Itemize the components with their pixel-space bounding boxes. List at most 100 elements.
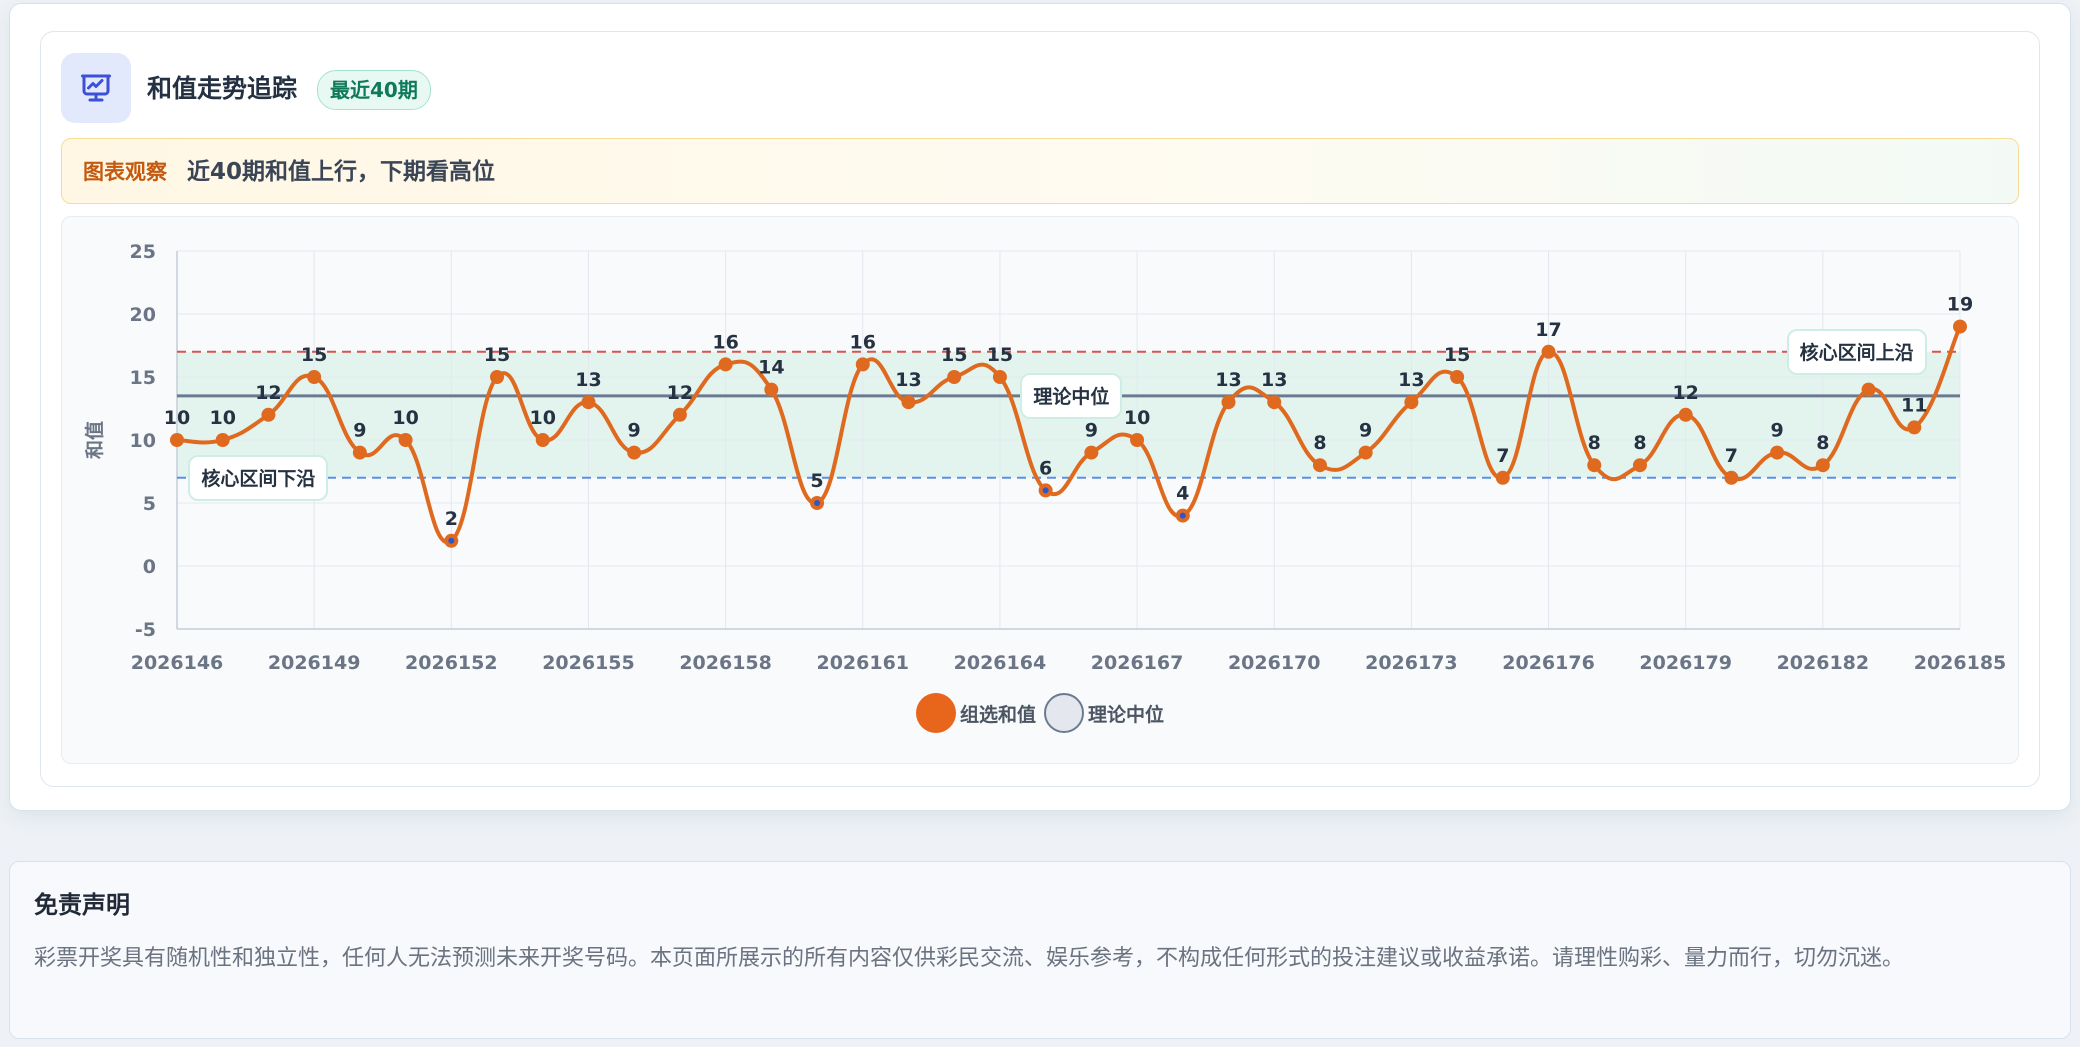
data-point bbox=[1815, 458, 1830, 473]
x-tick-label: 2026149 bbox=[268, 652, 361, 674]
data-label: 13 bbox=[1261, 369, 1287, 391]
data-label: 15 bbox=[941, 344, 967, 366]
chart-panel: -5 0 5 10 15 20 25 2026146 2026149 2026152 2026155… bbox=[61, 216, 2019, 764]
data-label: 2 bbox=[445, 508, 458, 530]
x-tick-label: 2026158 bbox=[679, 652, 772, 674]
data-label: 12 bbox=[255, 382, 281, 404]
data-label: 7 bbox=[1725, 445, 1738, 467]
y-tick-label: 15 bbox=[130, 367, 156, 389]
data-label: 8 bbox=[1588, 432, 1601, 454]
observation-text: 近40期和值上行，下期看高位 bbox=[187, 159, 496, 185]
data-label: 12 bbox=[1672, 382, 1698, 404]
legend-item-sum[interactable]: 组选和值 bbox=[915, 693, 1036, 733]
chart-legend: 组选和值 理论中位 bbox=[62, 691, 2018, 735]
data-label: 16 bbox=[850, 331, 876, 353]
period-badge: 最近40期 bbox=[317, 70, 431, 110]
x-tick-label: 2026176 bbox=[1502, 652, 1595, 674]
data-point bbox=[1587, 458, 1602, 473]
data-label: 6 bbox=[1039, 457, 1052, 479]
legend-item-median[interactable]: 理论中位 bbox=[1044, 693, 1164, 733]
legend-label: 组选和值 bbox=[959, 703, 1036, 726]
x-tick-label: 2026152 bbox=[405, 652, 498, 674]
data-point bbox=[947, 370, 962, 384]
chart-presentation-icon bbox=[61, 53, 131, 123]
data-label: 7 bbox=[1496, 445, 1509, 467]
data-point bbox=[1221, 395, 1236, 410]
x-tick-label: 2026161 bbox=[816, 652, 909, 674]
legend-swatch bbox=[1044, 693, 1084, 733]
data-point bbox=[992, 370, 1007, 384]
data-label: 8 bbox=[1313, 432, 1326, 454]
sum-trend-chart: -505101520252026146 2026149 2026152 2026155… bbox=[83, 241, 2006, 674]
y-tick-label: 20 bbox=[130, 304, 156, 326]
annotation-label: 核心区间上沿 bbox=[1786, 328, 1927, 375]
data-label: 19 bbox=[1947, 294, 1973, 316]
chart-section: 和值走势追踪 最近40期 图表观察 近40期和值上行，下期看高位 -5 0 5 10 1… bbox=[40, 31, 2040, 787]
data-point bbox=[1267, 395, 1282, 410]
data-point-low-marker bbox=[814, 500, 821, 506]
trend-card: 和值走势追踪 最近40期 图表观察 近40期和值上行，下期看高位 -5 0 5 10 1… bbox=[9, 3, 2071, 811]
data-label: 9 bbox=[628, 420, 641, 442]
annotation-label: 理论中位 bbox=[1020, 372, 1123, 419]
data-point bbox=[1358, 445, 1373, 460]
y-tick-label: 10 bbox=[130, 430, 156, 452]
disclaimer-text: 彩票开奖具有随机性和独立性，任何人无法预测未来开奖号码。本页面所展示的所有内容仅… bbox=[34, 946, 1905, 971]
y-tick-label: -5 bbox=[135, 619, 156, 641]
data-label: 15 bbox=[1444, 344, 1470, 366]
data-point bbox=[490, 370, 505, 384]
annotation-label: 核心区间下沿 bbox=[188, 454, 329, 501]
data-label: 8 bbox=[1816, 432, 1829, 454]
data-point bbox=[581, 395, 596, 410]
x-tick-label: 2026173 bbox=[1365, 652, 1458, 674]
data-label: 9 bbox=[1359, 420, 1372, 442]
chart-observation: 图表观察 近40期和值上行，下期看高位 bbox=[61, 138, 2019, 204]
disclaimer-title: 免责声明 bbox=[34, 891, 130, 919]
data-label: 17 bbox=[1535, 319, 1561, 341]
data-point bbox=[718, 357, 733, 372]
data-point bbox=[1404, 395, 1419, 410]
data-label: 5 bbox=[810, 470, 823, 492]
data-point bbox=[672, 407, 687, 422]
y-axis-label: 和值 bbox=[83, 421, 106, 459]
data-label: 13 bbox=[1398, 369, 1424, 391]
data-label: 10 bbox=[392, 407, 418, 429]
data-label: 10 bbox=[530, 407, 556, 429]
data-point bbox=[1770, 445, 1785, 460]
data-point bbox=[855, 357, 870, 372]
data-point bbox=[901, 395, 916, 410]
data-label: 10 bbox=[209, 407, 235, 429]
data-point bbox=[1724, 470, 1739, 485]
data-label: 4 bbox=[1176, 483, 1189, 505]
x-tick-label: 2026179 bbox=[1639, 652, 1732, 674]
data-label: 13 bbox=[575, 369, 601, 391]
data-label: 15 bbox=[484, 344, 510, 366]
data-label: 8 bbox=[1633, 432, 1646, 454]
x-tick-label: 2026170 bbox=[1228, 652, 1321, 674]
data-point bbox=[1953, 319, 1967, 334]
data-point bbox=[215, 433, 230, 447]
data-point bbox=[535, 433, 550, 447]
data-label: 14 bbox=[758, 357, 784, 379]
data-point bbox=[1861, 382, 1876, 397]
data-label: 16 bbox=[712, 331, 738, 353]
data-point bbox=[1541, 344, 1556, 359]
data-label: 10 bbox=[1124, 407, 1150, 429]
legend-swatch bbox=[915, 693, 956, 733]
data-point bbox=[1450, 370, 1465, 384]
data-label: 11 bbox=[1901, 394, 1927, 416]
data-label: 10 bbox=[164, 407, 190, 429]
data-point bbox=[261, 407, 276, 422]
legend-label: 理论中位 bbox=[1088, 703, 1165, 726]
chart-title: 和值走势追踪 bbox=[147, 74, 298, 103]
x-tick-label: 2026167 bbox=[1091, 652, 1184, 674]
data-point bbox=[1130, 433, 1145, 447]
x-tick-label: 2026146 bbox=[131, 652, 224, 674]
data-point bbox=[1312, 458, 1327, 473]
disclaimer-section: 免责声明 彩票开奖具有随机性和独立性，任何人无法预测未来开奖号码。本页面所展示的… bbox=[9, 861, 2071, 1039]
data-point-low-marker bbox=[1179, 512, 1186, 519]
data-point bbox=[764, 382, 779, 397]
data-label: 9 bbox=[353, 420, 366, 442]
data-label: 12 bbox=[667, 382, 693, 404]
data-point bbox=[1084, 445, 1099, 460]
data-point bbox=[627, 445, 642, 460]
